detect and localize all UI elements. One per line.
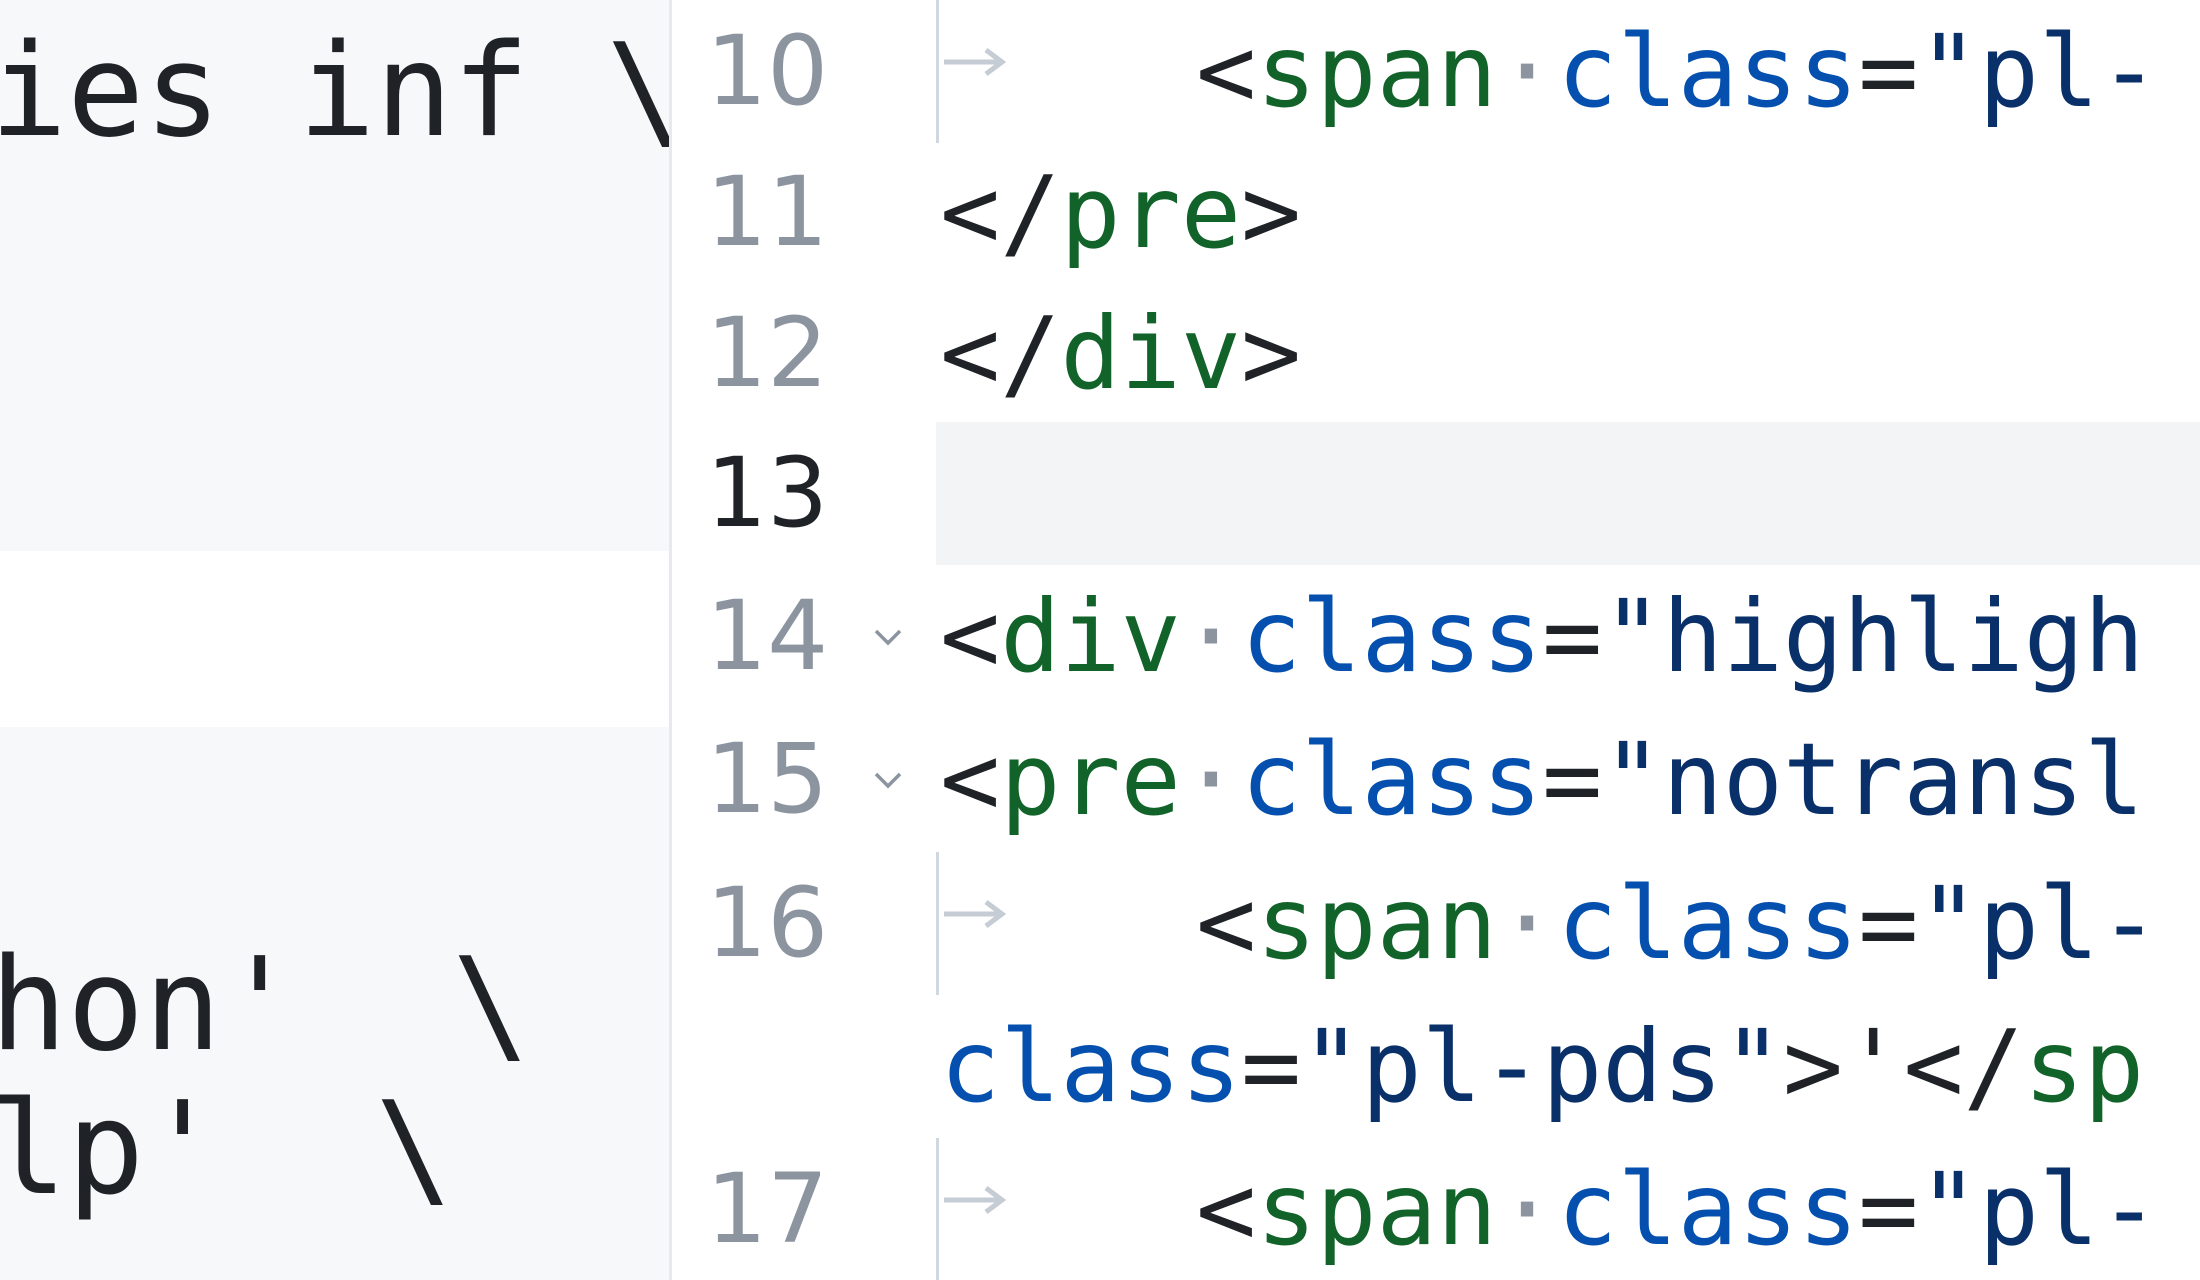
code-content: <pre·class="notransl: [940, 721, 2145, 838]
code-line-12[interactable]: 12 </div>: [672, 282, 2200, 425]
code-line-14[interactable]: 14 <div·class="highligh: [672, 565, 2200, 708]
tab-arrow-icon: [944, 48, 1007, 76]
code-editor[interactable]: 10 <span·class="pl- 11 </pre> 12 </div> …: [672, 0, 2200, 1280]
code-line-13[interactable]: 13: [672, 422, 2200, 565]
code-content: </pre>: [940, 154, 1302, 271]
code-line-16[interactable]: 16 <span·class="pl-: [672, 852, 2200, 995]
code-content: <span·class="pl-: [1196, 1151, 2160, 1268]
chevron-down-icon[interactable]: [868, 764, 908, 794]
code-content: </div>: [940, 295, 1302, 412]
left-code-line: ies inf \: [0, 17, 669, 166]
code-line-17[interactable]: 17 <span·class="pl-: [672, 1138, 2200, 1280]
tab-arrow-icon: [944, 1186, 1007, 1214]
left-code-pane[interactable]: ies inf \ hon' \ lp' \: [0, 0, 669, 1280]
line-number: 15: [706, 723, 829, 835]
chevron-down-icon[interactable]: [868, 621, 908, 651]
code-content: <div·class="highligh: [940, 578, 2145, 695]
indent-guide: [936, 0, 939, 143]
tab-arrow-icon: [944, 900, 1007, 928]
code-line-11[interactable]: 11 </pre>: [672, 141, 2200, 284]
line-number: 16: [706, 867, 829, 979]
code-line-15[interactable]: 15 <pre·class="notransl: [672, 708, 2200, 851]
left-code-line: hon' \: [0, 931, 530, 1080]
indent-guide: [936, 852, 939, 995]
code-content: <span·class="pl-: [1196, 13, 2160, 130]
code-content: <span·class="pl-: [1196, 865, 2160, 982]
split-diff-view: ies inf \ hon' \ lp' \ 10 <span·class="p…: [0, 0, 2200, 1280]
code-line-10[interactable]: 10 <span·class="pl-: [672, 0, 2200, 143]
line-number-active: 13: [706, 437, 829, 549]
left-code-line: lp' \: [0, 1075, 453, 1224]
line-number: 17: [706, 1153, 829, 1265]
line-number: 10: [706, 15, 829, 127]
line-number: 12: [706, 297, 829, 409]
code-content: class="pl-pds">'</sp: [940, 1008, 2145, 1125]
code-line-16-wrap[interactable]: class="pl-pds">'</sp: [672, 995, 2200, 1138]
line-number: 11: [706, 156, 829, 268]
left-blank-row: [0, 551, 669, 727]
indent-guide: [936, 1138, 939, 1280]
line-number: 14: [706, 580, 829, 692]
